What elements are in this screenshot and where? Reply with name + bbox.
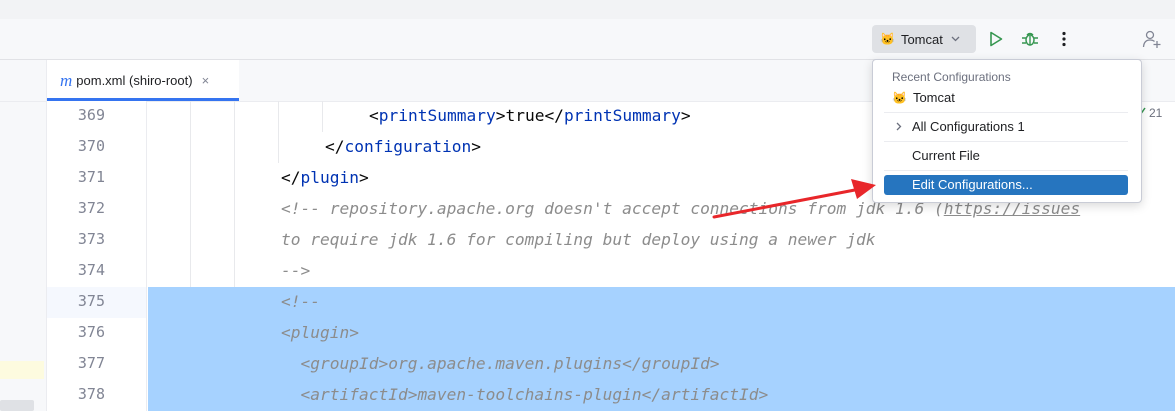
- run-icon[interactable]: [984, 27, 1008, 51]
- line-number: 378: [77, 385, 105, 403]
- xml-text: true: [505, 106, 545, 125]
- popup-section-header: Recent Configurations: [892, 70, 1011, 84]
- horizontal-scrollbar[interactable]: [0, 400, 34, 411]
- add-user-icon[interactable]: [1140, 27, 1164, 51]
- xml-bracket: >: [358, 168, 369, 187]
- more-icon[interactable]: [1052, 27, 1076, 51]
- indent-guide: [322, 101, 323, 132]
- indent-guide: [190, 101, 191, 287]
- inspection-count: 21: [1149, 106, 1163, 120]
- close-icon[interactable]: ×: [202, 73, 210, 88]
- popup-divider: [884, 141, 1128, 142]
- xml-bracket: </: [544, 106, 564, 125]
- line-number: 371: [77, 168, 105, 186]
- code-line-377[interactable]: <groupId>org.apache.maven.plugins</group…: [281, 348, 720, 379]
- xml-comment: -->: [281, 261, 311, 280]
- popup-divider: [884, 112, 1128, 113]
- xml-tag: printSummary: [378, 106, 496, 125]
- maven-file-icon: m: [60, 70, 73, 90]
- all-configurations-item[interactable]: All Configurations 1: [884, 117, 1128, 137]
- tab-label: pom.xml (shiro-root): [76, 73, 193, 88]
- code-line-370[interactable]: </configuration>: [325, 131, 481, 162]
- xml-comment: <artifactId>maven-toolchains-plugin</art…: [281, 385, 769, 404]
- line-number: 375: [77, 292, 105, 310]
- gutter-divider: [146, 101, 147, 411]
- line-number: 370: [77, 137, 105, 155]
- current-file-item[interactable]: Current File: [884, 146, 1128, 166]
- code-line-376[interactable]: <plugin>: [281, 317, 359, 348]
- xml-tag: plugin: [300, 168, 359, 187]
- line-number: 369: [77, 106, 105, 124]
- line-number: 376: [77, 323, 105, 341]
- code-line-375[interactable]: <!--: [281, 286, 320, 317]
- annotation-arrow-icon: [712, 179, 876, 219]
- xml-bracket: >: [680, 106, 691, 125]
- run-configuration-label: Tomcat: [900, 31, 943, 47]
- chevron-right-icon: [896, 117, 906, 137]
- code-line-374[interactable]: -->: [281, 255, 310, 286]
- line-number: 373: [77, 230, 105, 248]
- code-line-373[interactable]: to require jdk 1.6 for compiling but dep…: [281, 224, 876, 255]
- xml-bracket: >: [471, 137, 481, 156]
- tab-pom-xml[interactable]: m pom.xml (shiro-root) ×: [47, 60, 239, 101]
- xml-comment: <groupId>org.apache.maven.plugins</group…: [281, 354, 720, 373]
- xml-tag: configuration: [344, 137, 472, 156]
- debug-icon[interactable]: [1018, 27, 1042, 51]
- line-number: 374: [77, 261, 105, 279]
- indent-guide: [234, 101, 235, 287]
- title-strip: [0, 0, 1175, 20]
- tomcat-cat-icon: 🐱: [892, 91, 907, 105]
- xml-bracket: </: [281, 168, 301, 187]
- line-number: 372: [77, 199, 105, 217]
- tomcat-cat-icon: 🐱: [880, 32, 895, 46]
- line-number: 377: [77, 354, 105, 372]
- xml-bracket: <: [369, 106, 379, 125]
- recent-config-label: Tomcat: [912, 90, 955, 105]
- divider: [0, 101, 46, 102]
- edit-configurations-item[interactable]: Edit Configurations...: [884, 175, 1128, 195]
- code-line-369[interactable]: <printSummary>true</printSummary>: [369, 100, 691, 131]
- chevron-down-icon: [951, 33, 960, 45]
- popup-divider: [884, 170, 1128, 171]
- indent-guide: [278, 101, 279, 163]
- edit-configurations-label: Edit Configurations...: [912, 177, 1033, 192]
- project-tree-highlight: [0, 361, 44, 379]
- xml-comment: <!--: [281, 292, 320, 311]
- all-configurations-label: All Configurations 1: [912, 119, 1025, 134]
- project-panel-strip: [0, 60, 47, 411]
- run-configuration-selector[interactable]: 🐱 Tomcat: [872, 25, 976, 53]
- xml-tag: printSummary: [563, 106, 681, 125]
- xml-comment: to require jdk 1.6 for compiling but dep…: [281, 230, 876, 249]
- xml-bracket: </: [325, 137, 345, 156]
- code-line-378[interactable]: <artifactId>maven-toolchains-plugin</art…: [281, 379, 768, 410]
- current-file-label: Current File: [912, 148, 980, 163]
- xml-comment: <plugin>: [281, 323, 359, 342]
- recent-config-tomcat[interactable]: 🐱 Tomcat: [884, 88, 1128, 108]
- xml-bracket: >: [495, 106, 506, 125]
- code-line-371[interactable]: </plugin>: [281, 162, 369, 193]
